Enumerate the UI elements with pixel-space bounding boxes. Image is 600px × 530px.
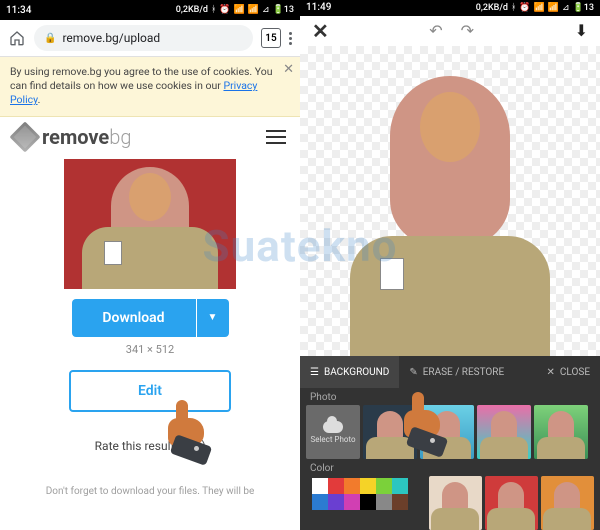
tab-background[interactable]: ☰ BACKGROUND	[300, 356, 399, 388]
status-net: 0,2KB/d	[476, 3, 508, 13]
download-icon[interactable]: ⬇︎	[575, 21, 588, 40]
home-icon[interactable]	[8, 29, 26, 47]
eraser-icon: ✎	[409, 367, 417, 378]
color-row	[300, 476, 600, 530]
left-phone: 11:34 0,2KB/d ᚼ ⏰ 📶 📶 ⊿ 🔋13 🔒 remove.bg/…	[0, 0, 300, 530]
tab-close[interactable]: ✕ CLOSE	[537, 356, 600, 388]
download-button[interactable]: Download	[72, 299, 196, 337]
wifi-icon: ⊿	[262, 5, 270, 15]
status-net: 0,2KB/d	[176, 5, 208, 15]
select-photo-button[interactable]: Select Photo	[306, 405, 360, 459]
footnote: Don't forget to download your files. The…	[0, 486, 300, 497]
bg-thumb-4[interactable]	[534, 405, 588, 459]
right-phone: 11:49 0,2KB/d ᚼ ⏰ 📶 📶 ⊿ 🔋13 ✕ ↶ ↷ ⬇︎	[300, 0, 600, 530]
status-time: 11:34	[6, 5, 31, 16]
undo-icon[interactable]: ↶	[429, 21, 442, 40]
close-icon[interactable]: ✕	[312, 19, 329, 43]
color-swatch[interactable]	[328, 494, 344, 510]
signal-icon-2: 📶	[248, 5, 259, 15]
cloud-upload-icon	[323, 421, 343, 433]
edit-button[interactable]: Edit	[69, 370, 231, 412]
hamburger-icon[interactable]	[266, 130, 286, 144]
color-swatch[interactable]	[376, 494, 392, 510]
cookie-banner: By using remove.bg you agree to the use …	[0, 57, 300, 117]
status-right: 0,2KB/d ᚼ ⏰ 📶 📶 ⊿ 🔋13	[176, 5, 294, 15]
browser-address-bar: 🔒 remove.bg/upload 15	[0, 20, 300, 57]
section-label-photo: Photo	[300, 388, 600, 405]
color-swatch[interactable]	[344, 494, 360, 510]
editor-toolbar: ✕ ↶ ↷ ⬇︎	[300, 16, 600, 46]
color-swatch[interactable]	[360, 494, 376, 510]
brand-logo-icon	[9, 121, 40, 152]
panel-tabs: ☰ BACKGROUND ✎ ERASE / RESTORE ✕ CLOSE	[300, 356, 600, 388]
bg-thumb-color-3[interactable]	[541, 476, 594, 530]
brand-row: removebg	[0, 117, 300, 155]
download-dropdown[interactable]: ▼	[197, 299, 229, 337]
lock-icon: 🔒	[44, 33, 56, 44]
redo-icon[interactable]: ↷	[461, 21, 474, 40]
color-swatches	[306, 476, 426, 516]
wifi-icon: ⊿	[562, 3, 570, 13]
smiley-icon[interactable]	[183, 436, 205, 458]
layers-icon: ☰	[310, 367, 319, 378]
bg-thumb-color-1[interactable]	[429, 476, 482, 530]
status-right: 0,2KB/d ᚼ ⏰ 📶 📶 ⊿ 🔋13	[476, 3, 594, 13]
signal-icon-2: 📶	[548, 3, 559, 13]
color-swatch[interactable]	[328, 478, 344, 494]
color-swatch[interactable]	[360, 478, 376, 494]
color-swatch[interactable]	[392, 478, 408, 494]
editor-canvas[interactable]	[300, 46, 600, 356]
image-dimensions: 341 × 512	[0, 343, 300, 356]
status-time: 11:49	[306, 2, 331, 13]
bluetooth-icon: ᚼ	[211, 5, 216, 15]
color-swatch[interactable]	[312, 494, 328, 510]
bg-thumb-1[interactable]	[363, 405, 417, 459]
rate-row: Rate this result:	[0, 436, 300, 458]
tab-erase-restore[interactable]: ✎ ERASE / RESTORE	[399, 356, 514, 388]
brand-text: removebg	[42, 125, 131, 149]
bluetooth-icon: ᚼ	[511, 3, 516, 13]
photo-thumbnails: Select Photo	[300, 405, 600, 459]
subject-cutout	[345, 66, 555, 356]
close-icon[interactable]: ✕	[283, 61, 294, 79]
bg-thumb-color-2[interactable]	[485, 476, 538, 530]
url-field[interactable]: 🔒 remove.bg/upload	[34, 25, 253, 51]
battery-icon: 🔋13	[273, 5, 294, 15]
close-icon: ✕	[547, 367, 555, 378]
color-swatch[interactable]	[312, 478, 328, 494]
signal-icon: 📶	[534, 3, 545, 13]
editor-panel: ☰ BACKGROUND ✎ ERASE / RESTORE ✕ CLOSE P…	[300, 356, 600, 530]
image-preview	[64, 159, 236, 289]
tab-count[interactable]: 15	[261, 28, 281, 48]
signal-icon: 📶	[234, 5, 245, 15]
section-label-color: Color	[300, 459, 600, 476]
color-swatch[interactable]	[376, 478, 392, 494]
url-text: remove.bg/upload	[62, 31, 160, 45]
color-swatch[interactable]	[344, 478, 360, 494]
subject-person	[75, 169, 225, 289]
status-bar: 11:34 0,2KB/d ᚼ ⏰ 📶 📶 ⊿ 🔋13	[0, 0, 300, 20]
alarm-icon: ⏰	[519, 3, 530, 13]
color-swatch[interactable]	[392, 494, 408, 510]
alarm-icon: ⏰	[219, 5, 230, 15]
download-row: Download ▼	[72, 299, 229, 337]
bg-thumb-3[interactable]	[477, 405, 531, 459]
brand-logo-group[interactable]: removebg	[14, 125, 131, 149]
menu-icon[interactable]	[289, 32, 292, 45]
status-bar: 11:49 0,2KB/d ᚼ ⏰ 📶 📶 ⊿ 🔋13	[300, 0, 600, 16]
battery-icon: 🔋13	[573, 3, 594, 13]
bg-thumb-2[interactable]	[420, 405, 474, 459]
